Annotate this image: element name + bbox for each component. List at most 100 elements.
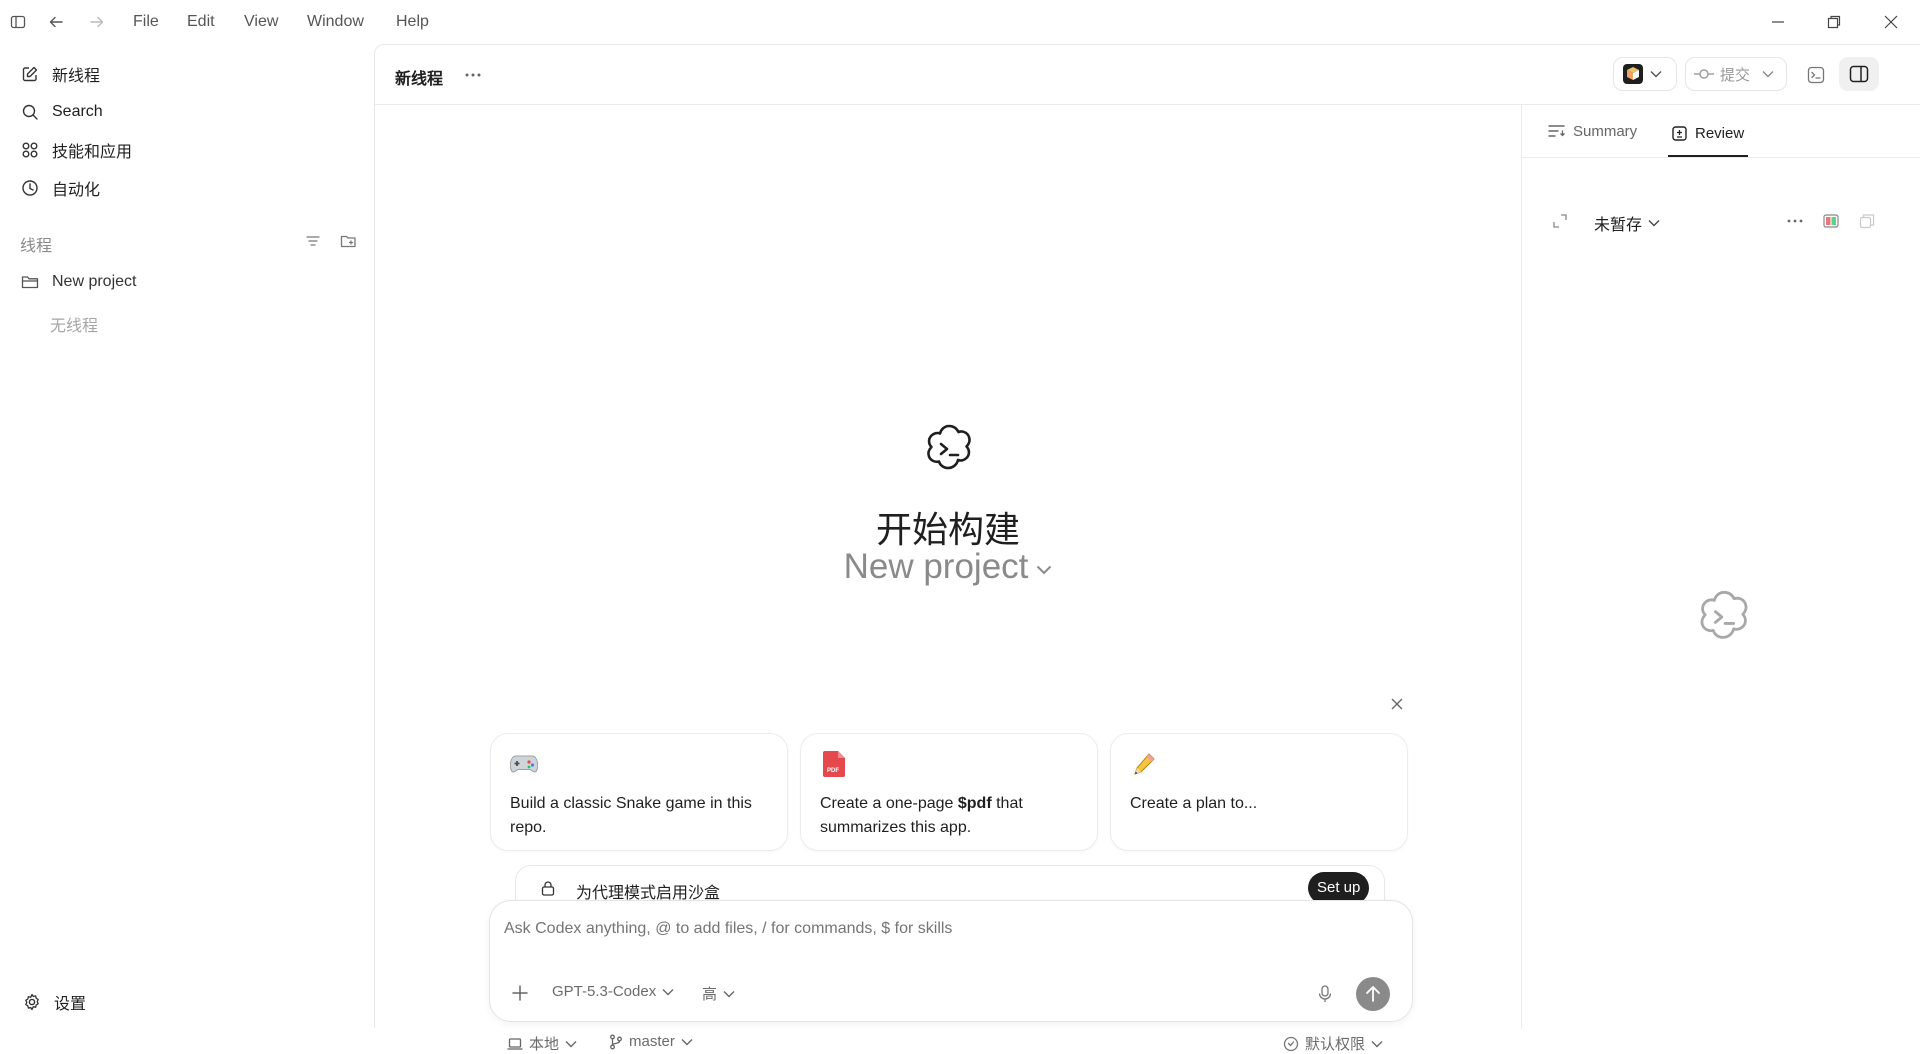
more-options-icon[interactable] bbox=[461, 63, 485, 87]
branch-label: master bbox=[629, 1033, 675, 1050]
folder-icon bbox=[20, 272, 40, 292]
commit-button[interactable]: 提交 bbox=[1685, 57, 1787, 91]
chevron-down-icon bbox=[1762, 70, 1774, 78]
forward-arrow-icon[interactable] bbox=[87, 12, 107, 32]
sidebar-item-label: 自动化 bbox=[52, 182, 101, 199]
chevron-down-icon bbox=[1648, 219, 1660, 227]
suggestion-card[interactable]: Create a plan to... bbox=[1110, 733, 1408, 851]
model-selector[interactable]: GPT-5.3-Codex bbox=[552, 983, 674, 1000]
new-folder-icon[interactable] bbox=[337, 230, 359, 252]
settings-label: 设置 bbox=[54, 996, 87, 1013]
sidebar-item-label: 新线程 bbox=[52, 68, 101, 85]
main-header: 新线程 提交 bbox=[375, 45, 1920, 105]
permissions-selector[interactable]: 默认权限 bbox=[1283, 1033, 1383, 1054]
main-panel: 新线程 提交 开始构建 New project Build a classic … bbox=[374, 44, 1920, 1053]
effort-selector[interactable]: 高 bbox=[702, 983, 735, 1004]
pencil-icon bbox=[1130, 750, 1158, 778]
suggestion-text: Create a one-page $pdf that summarizes t… bbox=[820, 795, 1023, 836]
tab-label: Summary bbox=[1573, 122, 1638, 140]
chevron-down-icon bbox=[1371, 1040, 1383, 1048]
branch-selector[interactable]: master bbox=[609, 1033, 693, 1050]
sidebar-item-label: 技能和应用 bbox=[52, 144, 133, 161]
commit-label: 提交 bbox=[1720, 66, 1751, 84]
sidebar-toggle-icon[interactable] bbox=[8, 12, 28, 32]
suggestion-card[interactable]: PDF Create a one-page $pdf that summariz… bbox=[800, 733, 1098, 851]
expand-icon[interactable] bbox=[1550, 211, 1570, 231]
lock-icon bbox=[540, 880, 556, 896]
settings-button[interactable]: 设置 bbox=[22, 987, 86, 1017]
composer: GPT-5.3-Codex 高 bbox=[489, 900, 1413, 1022]
menu-window[interactable]: Window bbox=[307, 13, 364, 31]
hero-title: 开始构建 bbox=[875, 509, 1020, 550]
restore-icon[interactable] bbox=[1822, 12, 1846, 32]
sidebar: 新线程 Search 技能和应用 自动化 线程 New project 无线程 bbox=[0, 44, 374, 1028]
minimize-icon[interactable] bbox=[1766, 12, 1790, 32]
chat-area: 开始构建 New project Build a classic Snake g… bbox=[375, 105, 1521, 1053]
back-arrow-icon[interactable] bbox=[46, 12, 66, 32]
sidebar-item-search[interactable]: Search bbox=[20, 97, 103, 127]
review-icon bbox=[1672, 125, 1687, 141]
sidebar-item-new-thread[interactable]: 新线程 bbox=[20, 59, 100, 89]
effort-label: 高 bbox=[702, 986, 718, 1003]
prompt-input[interactable] bbox=[504, 915, 1384, 943]
arrow-up-icon bbox=[1365, 985, 1381, 1003]
add-attachment-icon[interactable] bbox=[508, 981, 532, 1005]
chevron-down-icon bbox=[1036, 565, 1052, 575]
send-button[interactable] bbox=[1356, 977, 1390, 1011]
laptop-icon bbox=[507, 1037, 523, 1051]
thread-title: 新线程 bbox=[395, 71, 444, 88]
menu-view[interactable]: View bbox=[244, 13, 278, 31]
permissions-label: 默认权限 bbox=[1305, 1036, 1366, 1053]
toggle-panel-button[interactable] bbox=[1839, 57, 1879, 91]
search-icon bbox=[20, 102, 40, 122]
more-options-icon[interactable] bbox=[1784, 211, 1806, 231]
tab-review[interactable]: Review bbox=[1668, 111, 1749, 157]
menu-help[interactable]: Help bbox=[396, 13, 429, 31]
gamepad-icon bbox=[510, 750, 538, 778]
microphone-icon[interactable] bbox=[1314, 983, 1336, 1005]
commit-icon bbox=[1694, 68, 1714, 80]
clock-icon bbox=[20, 178, 40, 198]
split-panel-icon bbox=[1849, 65, 1869, 83]
pdf-icon: PDF bbox=[820, 750, 848, 778]
chevron-down-icon bbox=[723, 990, 735, 998]
tab-label: Review bbox=[1695, 124, 1745, 142]
edit-icon bbox=[20, 64, 40, 84]
model-label: GPT-5.3-Codex bbox=[552, 983, 657, 1000]
close-icon[interactable] bbox=[1879, 12, 1903, 32]
threads-section-title: 线程 bbox=[20, 238, 53, 255]
chevron-down-icon bbox=[681, 1038, 693, 1046]
project-name: New project bbox=[52, 273, 137, 290]
ide-selector[interactable] bbox=[1613, 57, 1677, 91]
suggestion-text: Create a plan to... bbox=[1130, 795, 1258, 812]
menu-edit[interactable]: Edit bbox=[187, 13, 215, 31]
tab-divider bbox=[1522, 157, 1920, 158]
codex-logo-icon bbox=[921, 421, 977, 477]
location-selector[interactable]: 本地 bbox=[507, 1033, 577, 1054]
diff-view-icon[interactable] bbox=[1820, 211, 1842, 231]
sidebar-item-skills[interactable]: 技能和应用 bbox=[20, 135, 132, 165]
empty-threads-text: 无线程 bbox=[50, 318, 99, 335]
stash-selector[interactable]: 未暂存 bbox=[1594, 211, 1660, 235]
sidebar-item-automation[interactable]: 自动化 bbox=[20, 173, 100, 203]
project-item[interactable]: New project bbox=[20, 267, 136, 297]
dismiss-suggestions-icon[interactable] bbox=[1385, 692, 1409, 716]
suggestion-card[interactable]: Build a classic Snake game in this repo. bbox=[490, 733, 788, 851]
terminal-icon[interactable] bbox=[1803, 62, 1829, 88]
chevron-down-icon bbox=[1650, 70, 1662, 78]
title-bar: File Edit View Window Help bbox=[0, 0, 1920, 44]
filter-icon[interactable] bbox=[302, 230, 324, 252]
app-logo-icon bbox=[1622, 63, 1644, 85]
menu-file[interactable]: File bbox=[133, 13, 159, 31]
project-selector[interactable]: New project bbox=[748, 547, 1148, 587]
right-panel: Summary Review 未暂存 bbox=[1521, 105, 1920, 1029]
tab-summary[interactable]: Summary bbox=[1548, 111, 1637, 151]
suggestion-text: Build a classic Snake game in this repo. bbox=[510, 795, 752, 836]
git-branch-icon bbox=[609, 1034, 623, 1050]
svg-text:PDF: PDF bbox=[827, 768, 839, 774]
copy-icon[interactable] bbox=[1856, 211, 1878, 231]
codex-placeholder-icon bbox=[1694, 587, 1754, 647]
summary-icon bbox=[1548, 124, 1565, 138]
grid-icon bbox=[20, 140, 40, 160]
project-selector-label: New project bbox=[843, 547, 1029, 586]
